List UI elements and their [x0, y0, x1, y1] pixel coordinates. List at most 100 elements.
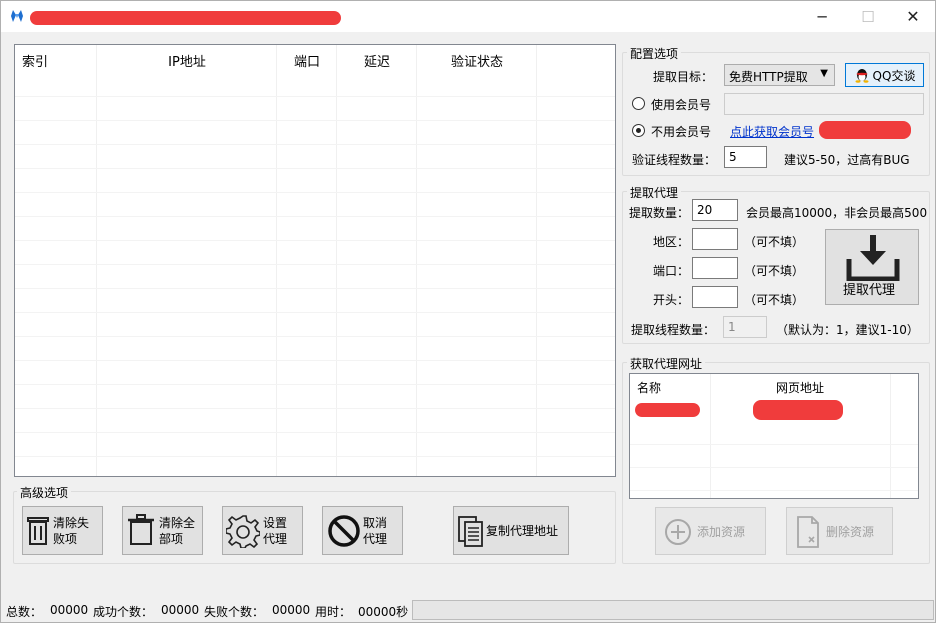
gear-icon	[226, 515, 260, 548]
table-row	[15, 169, 615, 193]
list-item	[630, 445, 918, 468]
table-row	[15, 409, 615, 433]
table-row	[15, 385, 615, 409]
table-row	[15, 313, 615, 337]
chevron-down-icon: ▼	[820, 68, 828, 79]
total-label: 总数：	[6, 605, 43, 619]
cancel-icon	[328, 515, 360, 547]
column-header-url[interactable]: 网页地址	[710, 379, 890, 396]
prefix-hint: （可不填）	[744, 293, 805, 307]
app-logo-icon	[11, 10, 23, 22]
proxy-sources-list[interactable]: 名称 网页地址	[629, 373, 919, 499]
qq-penguin-icon	[855, 69, 869, 83]
trash-icon	[27, 517, 49, 545]
port-input[interactable]	[692, 257, 738, 279]
column-header-port[interactable]: 端口	[277, 51, 337, 70]
proxy-table-header: 索引 IP地址 端口 延迟 验证状态	[15, 45, 615, 73]
region-input[interactable]	[692, 228, 738, 250]
verify-threads-hint: 建议5-50，过高有BUG	[784, 153, 910, 167]
download-icon	[846, 235, 900, 281]
region-label: 地区：	[653, 235, 690, 249]
member-id-input[interactable]	[724, 93, 924, 115]
extract-threads-input[interactable]: 1	[723, 316, 767, 338]
set-proxy-button[interactable]: 设置代理	[222, 506, 303, 555]
table-row	[15, 361, 615, 385]
table-row	[15, 289, 615, 313]
title-bar: ─ ☐ ✕	[1, 1, 935, 32]
clear-all-button[interactable]: 清除全部项	[122, 506, 203, 555]
advanced-options-title: 高级选项	[17, 484, 72, 501]
fail-label: 失败个数：	[204, 605, 265, 619]
delete-source-label: 删除资源	[826, 525, 875, 539]
maximize-button[interactable]: ☐	[845, 1, 891, 32]
table-row	[15, 73, 615, 97]
column-header-name[interactable]: 名称	[637, 379, 661, 396]
delete-file-icon	[797, 516, 819, 548]
success-value: 00000	[161, 603, 200, 617]
verify-threads-input[interactable]: 5	[724, 146, 767, 168]
list-item	[630, 468, 918, 491]
no-member-label: 不用会员号	[651, 125, 712, 139]
table-row	[15, 97, 615, 121]
proxy-table[interactable]: 索引 IP地址 端口 延迟 验证状态	[14, 44, 616, 477]
column-header-latency[interactable]: 延迟	[337, 51, 417, 70]
column-header-index[interactable]: 索引	[22, 51, 48, 70]
copy-address-label: 复制代理地址	[486, 524, 559, 538]
redacted-member-info	[819, 121, 911, 139]
qq-chat-button[interactable]: QQ交谈	[845, 63, 924, 87]
prefix-input[interactable]	[692, 286, 738, 308]
table-row	[15, 241, 615, 265]
table-row	[15, 121, 615, 145]
no-member-radio[interactable]	[632, 124, 645, 137]
use-member-label: 使用会员号	[651, 98, 712, 112]
target-select[interactable]: 免费HTTP提取 ▼	[724, 64, 835, 86]
cancel-proxy-button[interactable]: 取消代理	[322, 506, 403, 555]
extract-count-hint: 会员最高10000，非会员最高500	[746, 206, 928, 220]
success-label: 成功个数：	[93, 605, 154, 619]
minimize-button[interactable]: ─	[799, 1, 845, 32]
table-row	[15, 217, 615, 241]
target-label: 提取目标：	[653, 70, 714, 84]
cancel-proxy-label: 取消代理	[363, 516, 388, 546]
extract-threads-hint: （默认为：1，建议1-10）	[776, 323, 919, 337]
trash-icon	[128, 514, 154, 545]
column-header-status[interactable]: 验证状态	[417, 51, 537, 70]
prefix-label: 开头：	[653, 293, 690, 307]
verify-threads-label: 验证线程数量：	[632, 153, 717, 167]
extract-proxy-button[interactable]: 提取代理	[825, 229, 919, 305]
table-row	[15, 337, 615, 361]
time-label: 用时：	[315, 605, 352, 619]
add-source-label: 添加资源	[697, 525, 746, 539]
total-value: 00000	[50, 603, 89, 617]
redacted-source-url	[753, 400, 843, 420]
table-row	[15, 193, 615, 217]
extract-count-label: 提取数量：	[629, 206, 690, 220]
redacted-source-name	[635, 403, 700, 417]
copy-address-button[interactable]: 复制代理地址	[453, 506, 569, 555]
get-member-link[interactable]: 点此获取会员号	[730, 123, 814, 140]
app-window: ─ ☐ ✕ 索引 IP地址 端口 延迟 验证状态 高级选项 清除失败项 清除全部…	[0, 0, 936, 623]
list-item	[630, 422, 918, 445]
plus-circle-icon	[665, 519, 691, 545]
clear-all-label: 清除全部项	[159, 516, 196, 546]
time-value: 00000秒	[358, 605, 409, 619]
add-source-button[interactable]: 添加资源	[655, 507, 766, 555]
extract-threads-label: 提取线程数量：	[631, 323, 716, 337]
extract-proxy-label: 提取代理	[843, 283, 896, 298]
use-member-radio[interactable]	[632, 97, 645, 110]
table-row	[15, 145, 615, 169]
column-header-ip[interactable]: IP地址	[97, 51, 277, 70]
close-button[interactable]: ✕	[890, 1, 936, 32]
fail-value: 00000	[272, 603, 311, 617]
clear-failed-label: 清除失败项	[53, 516, 90, 546]
extract-proxy-title: 提取代理	[627, 184, 682, 201]
table-row	[15, 265, 615, 289]
config-options-title: 配置选项	[627, 45, 682, 62]
copy-document-icon	[458, 516, 483, 547]
table-row	[15, 433, 615, 457]
progress-bar	[412, 600, 934, 620]
clear-failed-button[interactable]: 清除失败项	[22, 506, 103, 555]
delete-source-button[interactable]: 删除资源	[786, 507, 893, 555]
extract-count-input[interactable]: 20	[692, 199, 738, 221]
port-hint: （可不填）	[744, 264, 805, 278]
